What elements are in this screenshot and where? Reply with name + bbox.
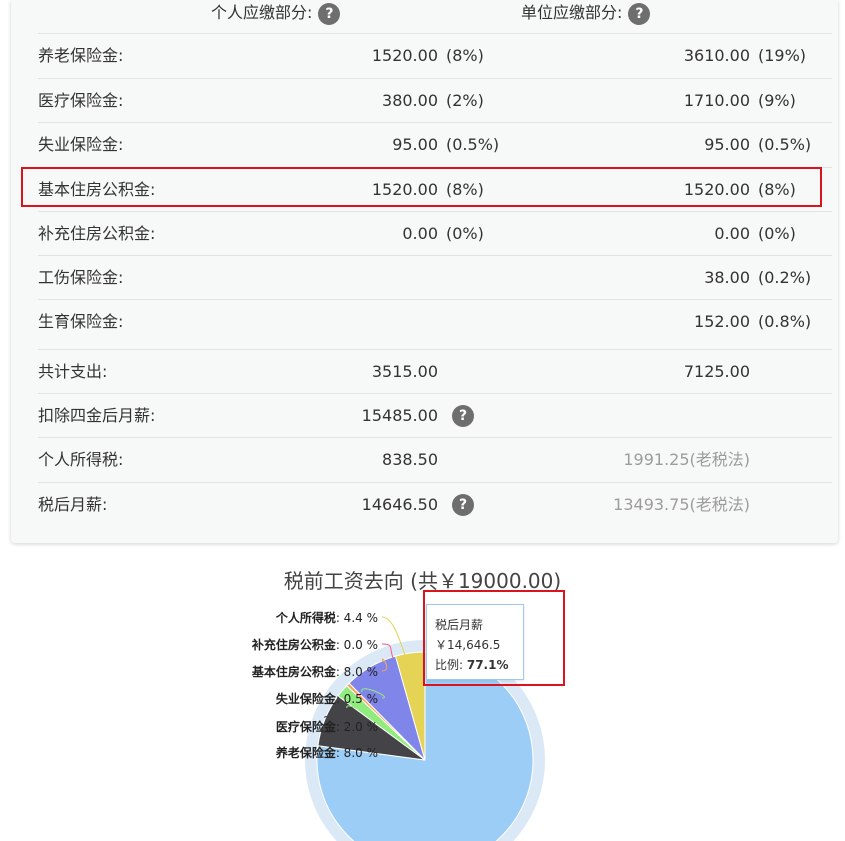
pie-label-name: 基本住房公积金 (251, 664, 337, 679)
pie-label-value: : 0.0 % (336, 638, 378, 652)
pie-label-name: 医疗保险金 (276, 719, 337, 734)
pie-label-value: : 8.0 % (336, 665, 378, 679)
pie-data-label: 个人所得税: 4.4 % (275, 610, 378, 625)
pie-label-value: : 8.0 % (336, 746, 378, 760)
pie-label-value: : 0.5 % (336, 692, 378, 706)
pie-data-label: 失业保险金: 0.5 % (276, 691, 378, 706)
pie-data-label: 基本住房公积金: 8.0 % (251, 664, 378, 679)
pie-data-label: 补充住房公积金: 0.0 % (251, 637, 378, 652)
pie-data-label: 医疗保险金: 2.0 % (276, 719, 378, 734)
pie-chart: 个人所得税: 4.4 %补充住房公积金: 0.0 %基本住房公积金: 8.0 %… (251, 610, 545, 841)
pie-data-label: 养老保险金: 8.0 % (275, 745, 378, 760)
pie-label-name: 失业保险金 (276, 691, 337, 706)
pie-label-name: 补充住房公积金 (251, 637, 337, 652)
pie-label-name: 养老保险金 (275, 745, 337, 760)
highlight-box (423, 590, 565, 686)
pie-label-name: 个人所得税 (275, 610, 336, 625)
pie-label-value: : 4.4 % (336, 611, 378, 625)
